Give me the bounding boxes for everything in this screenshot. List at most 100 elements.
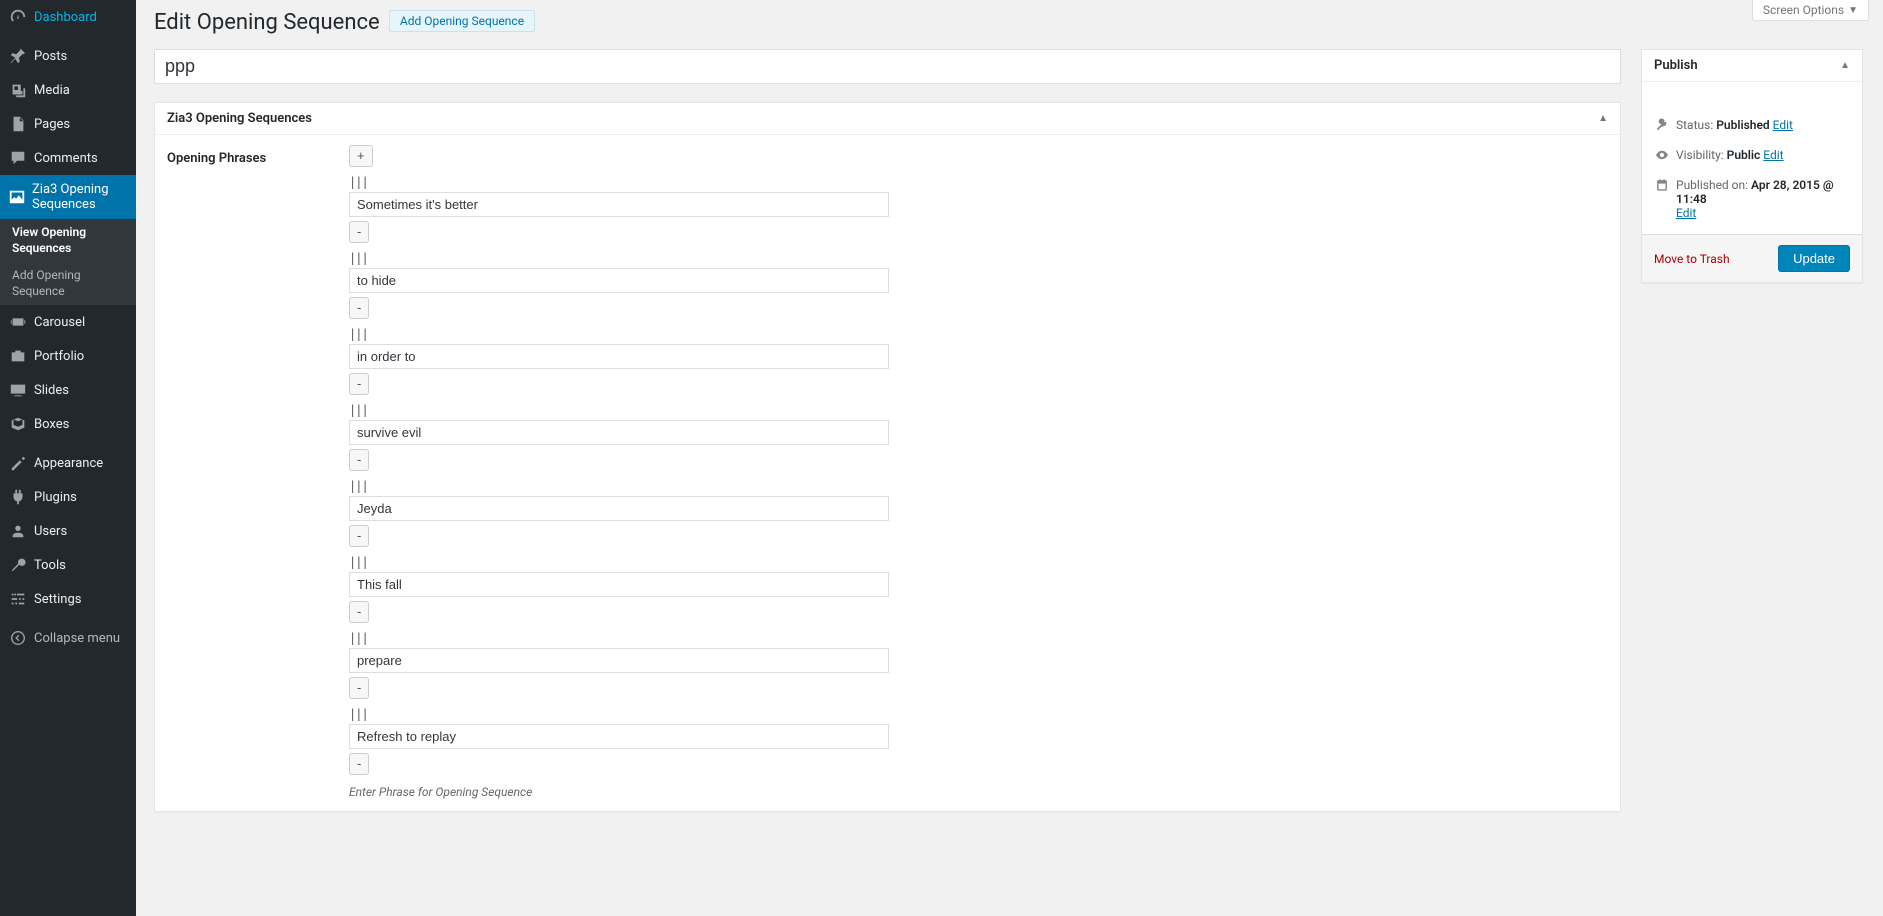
submenu-item-view-opening-sequences[interactable]: View Opening Sequences [0, 219, 136, 262]
edit-status-link[interactable]: Edit [1773, 118, 1793, 132]
menu-label: Plugins [34, 490, 77, 505]
image-icon [8, 187, 26, 207]
drag-handle-icon[interactable]: ||| [349, 553, 1608, 571]
calendar-icon [1654, 178, 1670, 196]
menu-label: Appearance [34, 456, 103, 471]
box-icon [8, 414, 28, 434]
phrase-block: ||| - [349, 477, 1608, 547]
phrase-block: ||| - [349, 629, 1608, 699]
menu-item-settings[interactable]: Settings [0, 582, 136, 616]
phrase-input[interactable] [349, 420, 889, 445]
drag-handle-icon[interactable]: ||| [349, 173, 1608, 191]
menu-label: Media [34, 83, 70, 98]
remove-phrase-button[interactable]: - [349, 221, 369, 243]
menu-item-appearance[interactable]: Appearance [0, 446, 136, 480]
phrase-input[interactable] [349, 648, 889, 673]
menu-label: Comments [34, 151, 98, 166]
add-phrase-button[interactable]: + [349, 145, 373, 167]
opening-sequences-metabox: Zia3 Opening Sequences ▲ Opening Phrases… [154, 102, 1621, 812]
update-button[interactable]: Update [1778, 245, 1850, 272]
page-icon [8, 114, 28, 134]
collapse-toggle-icon[interactable]: ▲ [1598, 113, 1608, 124]
menu-label: Dashboard [34, 10, 97, 25]
comment-icon [8, 148, 28, 168]
drag-handle-icon[interactable]: ||| [349, 401, 1608, 419]
phrase-block: ||| - [349, 553, 1608, 623]
menu-item-comments[interactable]: Comments [0, 141, 136, 175]
drag-handle-icon[interactable]: ||| [349, 477, 1608, 495]
appearance-icon [8, 453, 28, 473]
phrase-input[interactable] [349, 344, 889, 369]
menu-item-zia3-opening-sequences[interactable]: Zia3 Opening Sequences [0, 175, 136, 219]
phrase-input[interactable] [349, 724, 889, 749]
menu-label: Carousel [34, 315, 85, 330]
phrase-input[interactable] [349, 192, 889, 217]
menu-item-portfolio[interactable]: Portfolio [0, 339, 136, 373]
menu-item-users[interactable]: Users [0, 514, 136, 548]
media-icon [8, 80, 28, 100]
key-icon [1654, 118, 1670, 136]
publish-metabox: Publish ▲ Status: Published Ed [1641, 49, 1863, 283]
phrase-block: ||| - [349, 249, 1608, 319]
submenu-item-add-opening-sequence[interactable]: Add Opening Sequence [0, 262, 136, 305]
remove-phrase-button[interactable]: - [349, 601, 369, 623]
menu-label: Settings [34, 592, 81, 607]
drag-handle-icon[interactable]: ||| [349, 705, 1608, 723]
menu-label: Users [34, 524, 67, 539]
phrase-input[interactable] [349, 496, 889, 521]
menu-label: Slides [34, 383, 69, 398]
tools-icon [8, 555, 28, 575]
menu-label: Pages [34, 117, 70, 132]
remove-phrase-button[interactable]: - [349, 525, 369, 547]
menu-item-boxes[interactable]: Boxes [0, 407, 136, 441]
remove-phrase-button[interactable]: - [349, 297, 369, 319]
menu-label: Collapse menu [34, 631, 120, 646]
pin-icon [8, 46, 28, 66]
remove-phrase-button[interactable]: - [349, 373, 369, 395]
dashboard-icon [8, 7, 28, 27]
menu-item-collapse-menu[interactable]: Collapse menu [0, 621, 136, 655]
portfolio-icon [8, 346, 28, 366]
field-label-opening-phrases: Opening Phrases [167, 145, 349, 166]
eye-icon [1654, 148, 1670, 166]
menu-item-dashboard[interactable]: Dashboard [0, 0, 136, 34]
menu-item-posts[interactable]: Posts [0, 39, 136, 73]
phrase-block: ||| - [349, 173, 1608, 243]
page-title: Edit Opening Sequence [154, 10, 380, 35]
remove-phrase-button[interactable]: - [349, 753, 369, 775]
menu-item-carousel[interactable]: Carousel [0, 305, 136, 339]
published-label: Published on: [1676, 178, 1748, 192]
status-label: Status: [1676, 118, 1713, 132]
admin-sidebar: Dashboard Posts Media Pages Comments Zia3 Ope… [0, 0, 136, 916]
menu-label: Posts [34, 49, 67, 64]
remove-phrase-button[interactable]: - [349, 677, 369, 699]
drag-handle-icon[interactable]: ||| [349, 629, 1608, 647]
collapse-icon [8, 628, 28, 648]
menu-item-plugins[interactable]: Plugins [0, 480, 136, 514]
menu-item-slides[interactable]: Slides [0, 373, 136, 407]
slides-icon [8, 380, 28, 400]
phrase-block: ||| - [349, 325, 1608, 395]
menu-label: Tools [34, 558, 66, 573]
menu-item-pages[interactable]: Pages [0, 107, 136, 141]
edit-published-link[interactable]: Edit [1676, 206, 1696, 220]
drag-handle-icon[interactable]: ||| [349, 325, 1608, 343]
phrase-input[interactable] [349, 572, 889, 597]
phrase-block: ||| - [349, 401, 1608, 471]
metabox-title: Zia3 Opening Sequences [167, 111, 312, 126]
plugin-icon [8, 487, 28, 507]
move-to-trash-link[interactable]: Move to Trash [1654, 252, 1730, 266]
edit-visibility-link[interactable]: Edit [1763, 148, 1783, 162]
menu-label: Boxes [34, 417, 69, 432]
collapse-toggle-icon[interactable]: ▲ [1840, 60, 1850, 71]
status-value: Published [1716, 118, 1769, 132]
post-title-input[interactable] [154, 49, 1621, 84]
menu-item-tools[interactable]: Tools [0, 548, 136, 582]
visibility-label: Visibility: [1676, 148, 1724, 162]
menu-item-media[interactable]: Media [0, 73, 136, 107]
drag-handle-icon[interactable]: ||| [349, 249, 1608, 267]
visibility-value: Public [1727, 148, 1761, 162]
add-new-button[interactable]: Add Opening Sequence [389, 10, 535, 32]
phrase-input[interactable] [349, 268, 889, 293]
remove-phrase-button[interactable]: - [349, 449, 369, 471]
